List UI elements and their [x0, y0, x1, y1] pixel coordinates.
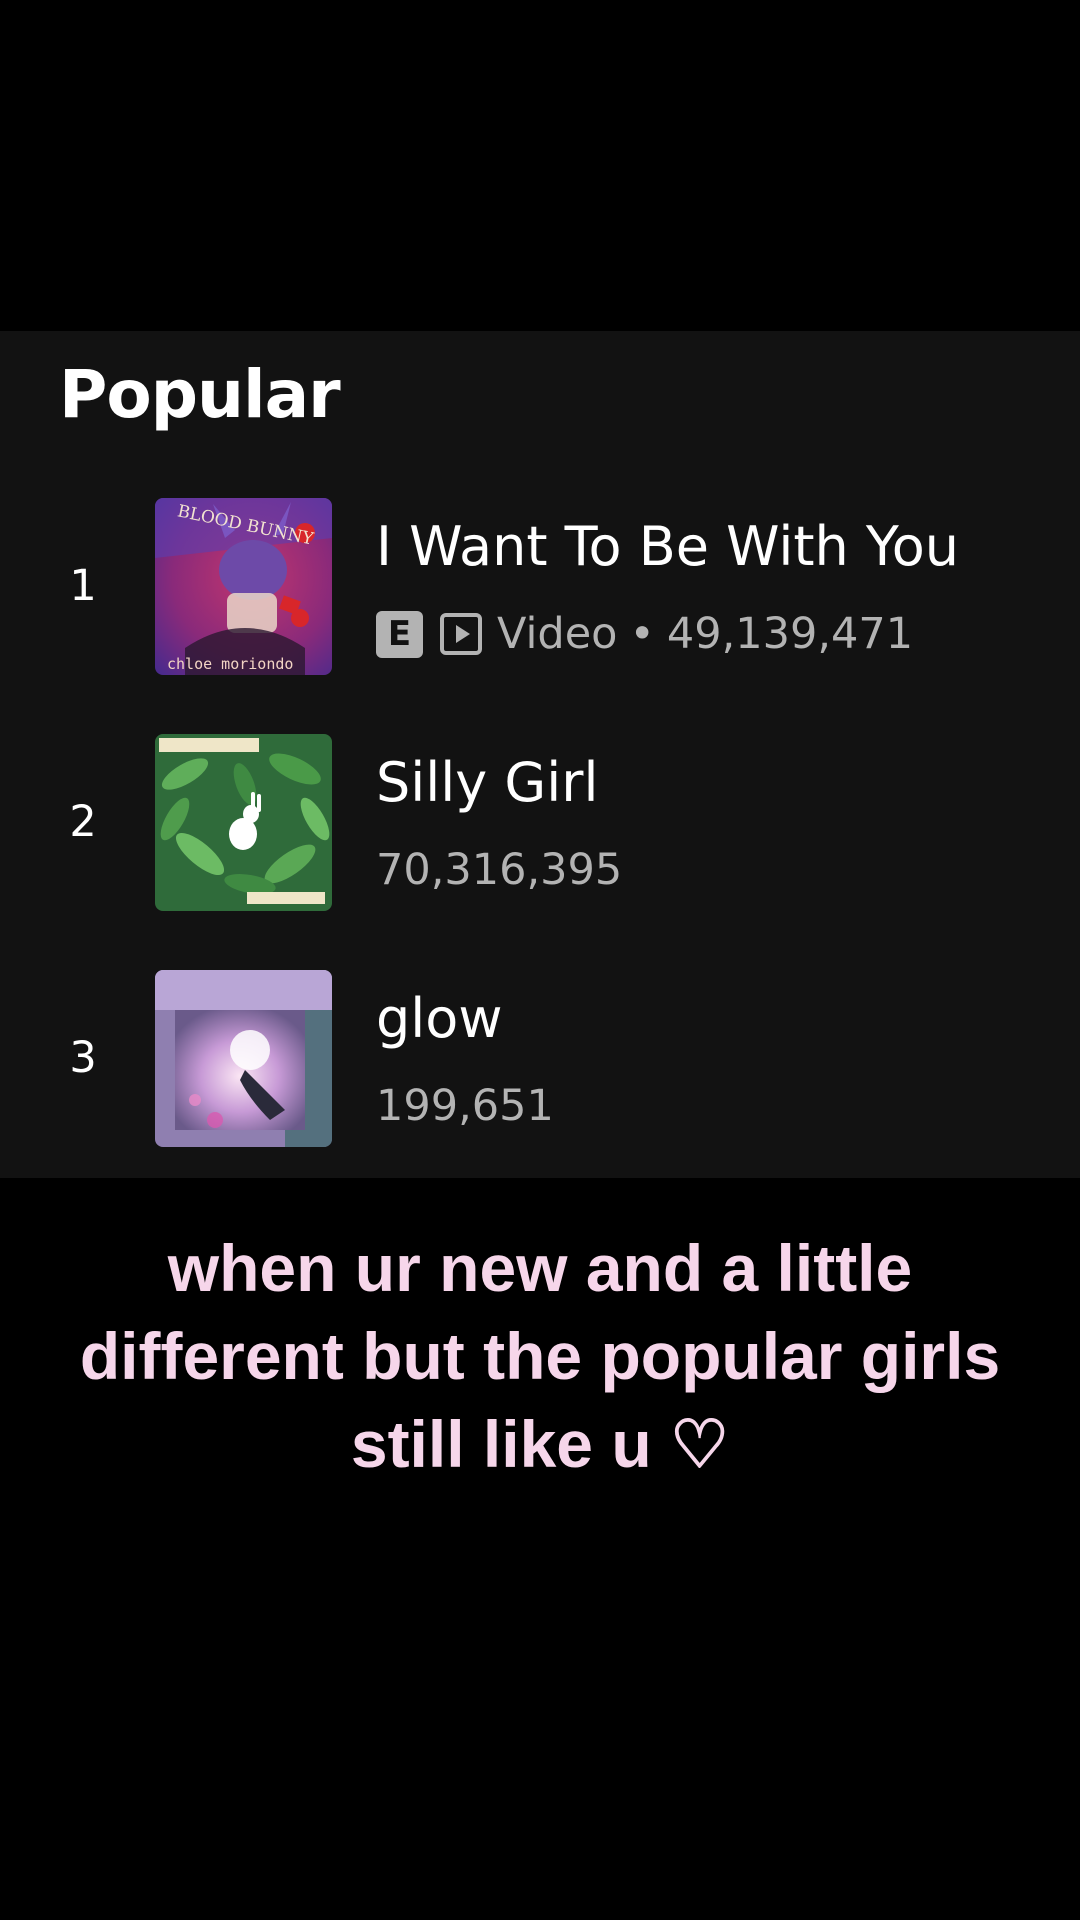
play-count: 199,651: [376, 1081, 554, 1131]
track-title: I Want To Be With You: [376, 515, 959, 578]
track-rank: 2: [69, 797, 97, 847]
track-row-2[interactable]: 2 Silly Girl 70,316,395: [0, 734, 1080, 912]
album-cover-icon: [155, 970, 332, 1147]
track-rank: 3: [69, 1033, 97, 1083]
track-meta: 70,316,395: [376, 842, 622, 898]
section-title: Popular: [59, 356, 341, 433]
meta-label: Video: [497, 609, 618, 659]
album-cover-icon: BLOOD BUNNY chloe moriondo: [155, 498, 332, 675]
play-count: 70,316,395: [376, 845, 623, 895]
track-title: glow: [376, 987, 503, 1050]
track-row-3[interactable]: 3 glow 199,651: [0, 970, 1080, 1148]
svg-text:chloe moriondo: chloe moriondo: [167, 655, 293, 673]
play-count: 49,139,471: [666, 609, 914, 659]
track-title: Silly Girl: [376, 751, 599, 814]
track-row-1[interactable]: 1 BLOOD BUNNY chloe moriondo I Want To B…: [0, 498, 1080, 676]
album-cover-icon: [155, 734, 332, 911]
explicit-badge: E: [376, 610, 423, 658]
play-video-icon: [439, 612, 483, 656]
caption-text: when ur new and a little different but t…: [79, 1231, 1001, 1481]
meta-separator: •: [629, 609, 655, 659]
track-rank: 1: [69, 561, 97, 611]
track-meta: 199,651: [376, 1078, 554, 1134]
track-meta: E Video • 49,139,471: [376, 606, 913, 662]
